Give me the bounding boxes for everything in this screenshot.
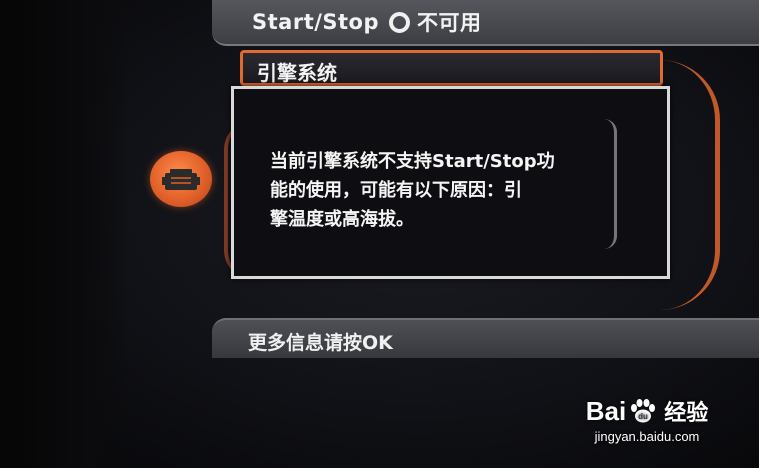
start-stop-status-bar: Start/Stop 不可用 <box>212 0 759 46</box>
paw-icon: du <box>631 399 656 423</box>
more-info-hint: 更多信息请按OK <box>248 332 393 354</box>
car-display-screen: Start/Stop 不可用 引擎系统 当前引擎系统不支持Start/Stop功… <box>0 0 759 468</box>
menu-item-engine-system[interactable]: 引擎系统 <box>240 50 663 86</box>
engine-system-button[interactable] <box>150 151 212 207</box>
more-info-bar: 更多信息请按OK <box>212 318 759 358</box>
engine-icon <box>162 169 200 190</box>
dialog-message-line: 能的使用，可能有以下原因：引 <box>270 180 522 201</box>
dialog-message-line: 擎温度或高海拔。 <box>270 209 414 230</box>
svg-text:du: du <box>638 412 648 421</box>
dialog-message: 当前引擎系统不支持Start/Stop功 能的使用，可能有以下原因：引 擎温度或… <box>270 147 610 234</box>
baidu-jingyan-watermark: Bai du 经验 jingyan.baidu.com <box>577 395 717 450</box>
menu-item-label: 引擎系统 <box>257 61 337 85</box>
watermark-logo-left: Bai <box>585 395 627 426</box>
display-bezel <box>0 0 130 468</box>
dialog-message-line: 当前引擎系统不支持Start/Stop功 <box>270 151 555 172</box>
start-stop-status: 不可用 <box>417 11 482 35</box>
watermark-url: jingyan.baidu.com <box>594 429 700 444</box>
start-stop-label: Start/Stop <box>252 10 380 34</box>
dialog-scroll-indicator <box>604 119 617 249</box>
info-dialog: 当前引擎系统不支持Start/Stop功 能的使用，可能有以下原因：引 擎温度或… <box>231 86 670 279</box>
watermark-logo-right: 经验 <box>664 400 709 425</box>
circle-icon <box>389 11 411 33</box>
watermark-logo: Bai du 经验 <box>577 395 717 427</box>
